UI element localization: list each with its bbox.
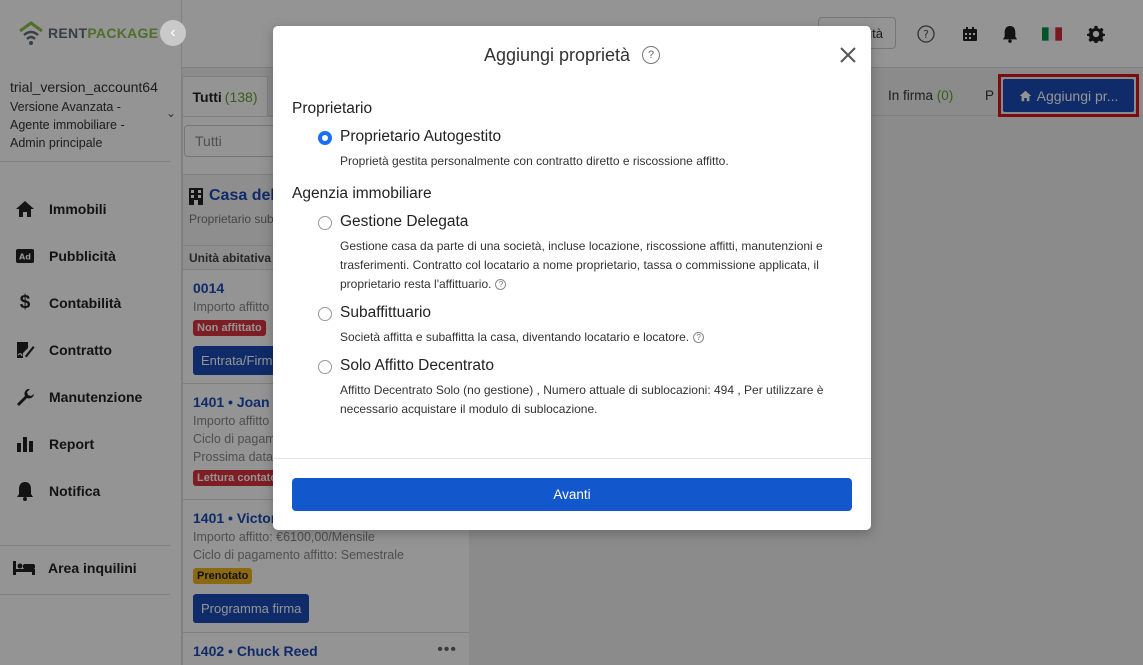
radio-delegated-management[interactable] bbox=[318, 216, 332, 230]
modal-body: Proprietario Proprietario Autogestito Pr… bbox=[292, 100, 852, 429]
option-label: Subaffittuario bbox=[340, 304, 432, 321]
help-icon[interactable]: ? bbox=[693, 332, 705, 343]
option-description: Proprietà gestita personalmente con cont… bbox=[340, 154, 729, 168]
option-description: Società affitta e subaffitta la casa, di… bbox=[340, 328, 830, 347]
help-icon[interactable]: ? bbox=[495, 279, 507, 290]
option-label: Gestione Delegata bbox=[340, 213, 469, 230]
close-button[interactable] bbox=[837, 44, 859, 66]
modal-footer: Avanti bbox=[273, 458, 871, 530]
option-label: Proprietario Autogestito bbox=[340, 128, 502, 145]
option-description: Affitto Decentrato Solo (no gestione) , … bbox=[340, 383, 824, 416]
modal-header: Aggiungi proprietà ? bbox=[273, 26, 871, 84]
collapse-sidebar-button[interactable]: ‹ bbox=[160, 20, 186, 46]
radio-self-managed[interactable] bbox=[318, 131, 332, 145]
option-sublessee[interactable]: Subaffittuario Società affitta e subaffi… bbox=[318, 304, 852, 347]
next-button[interactable]: Avanti bbox=[292, 478, 852, 511]
help-icon[interactable]: ? bbox=[642, 46, 661, 64]
option-label: Solo Affitto Decentrato bbox=[340, 357, 494, 374]
option-description: Gestione casa da parte di una società, i… bbox=[340, 237, 830, 294]
option-decentralized-rent[interactable]: Solo Affitto Decentrato Affitto Decentra… bbox=[318, 357, 852, 419]
section-title-owner: Proprietario bbox=[292, 100, 373, 117]
radio-decentralized-rent[interactable] bbox=[318, 360, 332, 374]
close-icon bbox=[840, 47, 856, 63]
option-description-text: Gestione casa da parte di una società, i… bbox=[340, 239, 823, 291]
section-title-agency: Agenzia immobiliare bbox=[292, 185, 432, 202]
option-delegated-management[interactable]: Gestione Delegata Gestione casa da parte… bbox=[318, 213, 852, 294]
add-property-modal: Aggiungi proprietà ? Proprietario Propri… bbox=[273, 26, 871, 530]
option-description-text: Società affitta e subaffitta la casa, di… bbox=[340, 330, 690, 344]
modal-title: Aggiungi proprietà bbox=[483, 44, 631, 65]
chevron-left-icon: ‹ bbox=[170, 24, 176, 41]
option-self-managed[interactable]: Proprietario Autogestito Proprietà gesti… bbox=[318, 128, 852, 171]
radio-sublessee[interactable] bbox=[318, 307, 332, 321]
